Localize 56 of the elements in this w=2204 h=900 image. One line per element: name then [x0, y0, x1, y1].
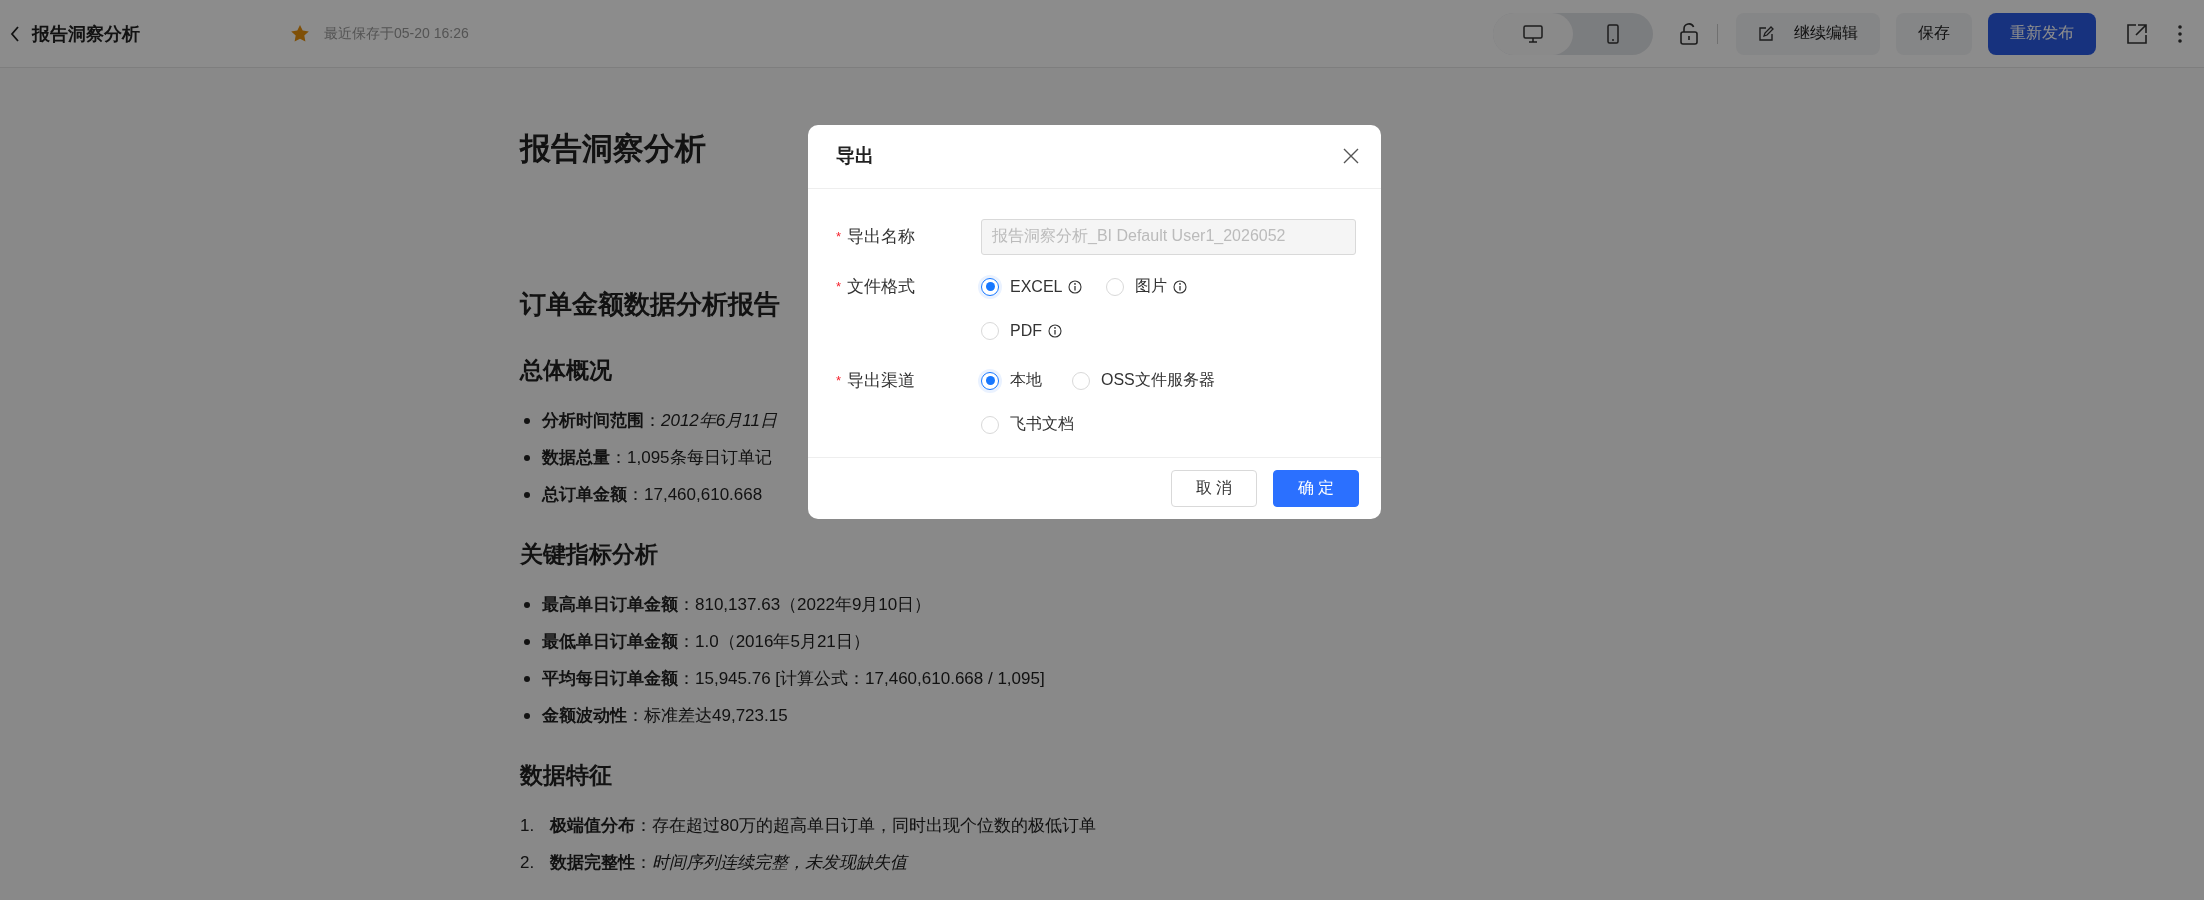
bullet-dot [524, 601, 530, 608]
bullet-dot [524, 417, 530, 424]
option-label: 本地 [1010, 370, 1042, 391]
more-icon[interactable] [2178, 24, 2182, 43]
list-item-text: 极端值分布：存在超过80万的超高单日订单，同时出现个位数的极低订单 [550, 815, 1096, 837]
required-mark: * [836, 229, 842, 245]
bullet-dot [524, 491, 530, 498]
info-icon[interactable] [1048, 323, 1062, 338]
field-label: 导出渠道 [847, 370, 916, 393]
back-icon[interactable] [10, 24, 20, 43]
confirm-button[interactable]: 确 定 [1273, 469, 1359, 507]
star-icon[interactable] [290, 24, 310, 43]
report-heading: 订单金额数据分析报告 [520, 288, 780, 321]
list-item-text: 最低单日订单金额：1.0（2016年5月21日） [542, 631, 870, 653]
bullet-dot [524, 454, 530, 461]
continue-edit-button[interactable]: 继续编辑 [1736, 12, 1880, 55]
list-item-text: 金额波动性：标准差达49,723.15 [542, 705, 788, 727]
required-mark: * [836, 279, 842, 295]
cancel-button[interactable]: 取 消 [1171, 469, 1257, 507]
republish-button[interactable]: 重新发布 [1988, 12, 2096, 55]
info-icon[interactable] [1173, 279, 1188, 294]
lock-icon[interactable] [1679, 22, 1699, 45]
save-button[interactable]: 保存 [1896, 12, 1972, 55]
phone-icon [1607, 23, 1619, 44]
field-label: 文件格式 [847, 276, 916, 299]
option-label: EXCEL [1010, 277, 1063, 296]
close-icon[interactable] [1343, 148, 1359, 165]
info-icon[interactable] [1068, 279, 1083, 294]
list-number: 1. [520, 815, 536, 836]
edit-icon [1758, 25, 1774, 42]
section-heading: 总体概况 [520, 356, 612, 385]
document-title: 报告洞察分析 [520, 130, 706, 168]
external-link-icon[interactable] [2126, 22, 2148, 45]
list-item-text: 总订单金额：17,460,610.668 [542, 484, 763, 506]
dialog-title: 导出 [836, 144, 874, 169]
bullet-dot [524, 638, 530, 645]
monitor-icon [1523, 24, 1543, 43]
list-item-text: 分析时间范围：2012年6月11日 [542, 410, 777, 432]
list-item-text: 平均每日订单金额：15,945.76 [计算公式：17,460,610.668 / 1,095] [542, 668, 1045, 690]
list-number: 2. [520, 852, 536, 873]
option-label: 图片 [1135, 276, 1168, 297]
field-label: 导出名称 [847, 226, 916, 249]
option-label: OSS文件服务器 [1101, 370, 1215, 391]
required-mark: * [836, 373, 842, 389]
section-heading: 数据特征 [520, 761, 612, 790]
option-label: PDF [1010, 321, 1042, 340]
bullet-dot [524, 712, 530, 719]
option-label: 飞书文档 [1010, 414, 1074, 435]
list-item-text: 数据完整性：时间序列连续完整，未发现缺失值 [550, 852, 907, 874]
report-title: 报告洞察分析 [32, 22, 140, 46]
radio-button[interactable] [981, 277, 999, 296]
list-item-text: 最高单日订单金额：810,137.63（2022年9月10日） [542, 594, 932, 616]
bullet-dot [524, 675, 530, 682]
section-heading: 关键指标分析 [520, 540, 658, 569]
radio-button[interactable] [981, 371, 999, 390]
list-item-text: 数据总量：1,095条每日订单记 [542, 447, 772, 469]
